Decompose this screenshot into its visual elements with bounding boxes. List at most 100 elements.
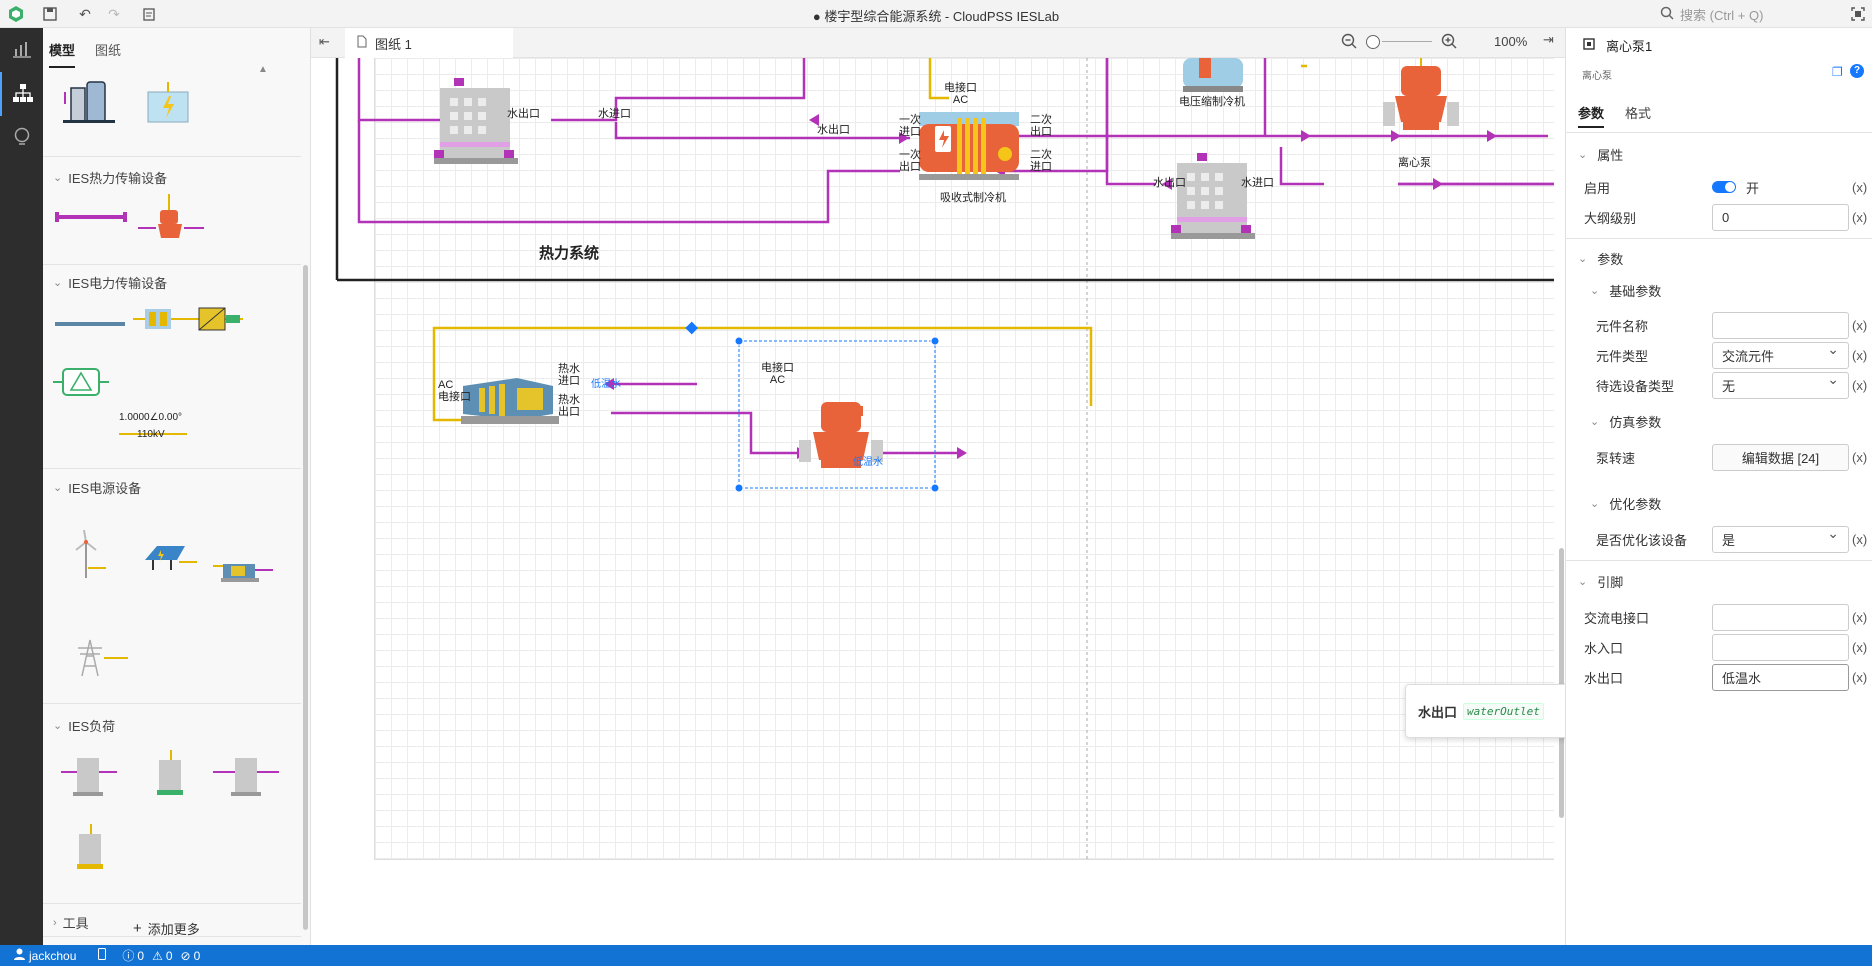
sidebar-scrollbar[interactable]	[303, 265, 308, 930]
expr-toggle[interactable]: (x)	[1852, 450, 1867, 465]
section-power-source[interactable]: ⌄ IES电源设备	[53, 478, 141, 497]
file-icon	[357, 35, 367, 51]
chart-icon	[11, 39, 33, 62]
section-power-transport[interactable]: ⌄ IES电力传输设备	[53, 273, 167, 292]
tab-params[interactable]: 参数	[1578, 103, 1604, 122]
component-wind-turbine[interactable]	[68, 528, 108, 585]
section-opt-params[interactable]: ⌄ 优化参数	[1590, 494, 1661, 513]
water-out-input[interactable]: 低温水	[1712, 663, 1849, 691]
expr-toggle[interactable]: (x)	[1852, 670, 1867, 685]
diagram-canvas[interactable]: 水出口 水出口 水进口 电接口 AC 一次 进口 一次 出口 二次 出口 二次 进…	[311, 58, 1565, 945]
command-search[interactable]: 搜索 (Ctrl + Q)	[1660, 3, 1838, 25]
selected-centrifugal-pump-icon[interactable]	[795, 396, 887, 484]
error-count[interactable]: 0	[194, 949, 201, 963]
tab-drawing[interactable]: 图纸	[95, 40, 121, 59]
expr-toggle[interactable]: (x)	[1852, 180, 1867, 195]
canvas-vertical-scrollbar[interactable]	[1559, 548, 1564, 818]
component-synchronous-generator[interactable]	[53, 366, 109, 401]
hot-water-in-label: 热水 进口	[558, 363, 580, 387]
candidate-select[interactable]: 无	[1712, 371, 1849, 399]
user-name[interactable]: jackchou	[29, 949, 76, 963]
pin-tooltip: 水出口 waterOutlet	[1405, 684, 1571, 738]
water-in-input[interactable]	[1712, 633, 1849, 661]
enabled-toggle[interactable]	[1712, 181, 1736, 193]
expr-toggle[interactable]: (x)	[1852, 318, 1867, 333]
chevron-down-icon: ⌄	[1578, 149, 1588, 161]
collapse-sidebar-icon[interactable]: ⇤	[319, 34, 330, 50]
section-sim-params[interactable]: ⌄ 仿真参数	[1590, 412, 1661, 431]
section-attributes[interactable]: ⌄ 属性	[1578, 145, 1623, 164]
fullscreen-icon[interactable]	[1848, 4, 1868, 24]
expr-toggle[interactable]: (x)	[1852, 378, 1867, 393]
candidate-label: 待选设备类型	[1596, 378, 1675, 394]
expr-toggle[interactable]: (x)	[1852, 640, 1867, 655]
primary-in-label: 一次 进口	[899, 114, 921, 138]
warning-icon: ⚠	[152, 948, 163, 963]
component-transformer[interactable]	[133, 306, 183, 335]
component-storage-tank[interactable]	[61, 74, 117, 129]
hierarchy-icon	[12, 83, 34, 106]
component-bus-line[interactable]	[55, 316, 125, 331]
tab-drawing-1[interactable]: 图纸 1	[345, 28, 513, 58]
component-gas-turbine-small[interactable]	[213, 558, 273, 589]
expr-toggle[interactable]: (x)	[1852, 610, 1867, 625]
component-heat-pipe[interactable]	[53, 208, 129, 229]
scroll-up-arrow-icon[interactable]: ▲	[258, 64, 268, 75]
tab-model[interactable]: 模型	[49, 40, 76, 68]
edit-data-button[interactable]: 编辑数据 [24]	[1712, 443, 1849, 471]
component-pump-small[interactable]	[138, 188, 204, 247]
activity-ideas[interactable]	[0, 116, 43, 160]
absorption-chiller-icon[interactable]	[917, 106, 1025, 190]
device-icon[interactable]	[98, 948, 107, 963]
activity-model-tree[interactable]	[0, 72, 43, 116]
section-tools[interactable]: › 工具	[53, 913, 89, 932]
section-heat-transport[interactable]: ⌄ IES热力传输设备	[53, 168, 167, 187]
zoom-slider[interactable]	[1366, 34, 1436, 49]
expr-toggle[interactable]: (x)	[1852, 348, 1867, 363]
outline-input[interactable]: 0	[1712, 203, 1849, 231]
transformer-ratio-label: 1.0000∠0.00°	[119, 412, 183, 423]
activity-chart[interactable]	[0, 28, 43, 72]
expand-panel-icon[interactable]: ⇥	[1543, 32, 1554, 48]
component-electric-load[interactable]	[151, 750, 191, 803]
warning-count[interactable]: 0	[166, 949, 173, 963]
info-count[interactable]: 0	[137, 949, 144, 963]
water-in-label: 水进口	[1241, 177, 1274, 189]
optimize-select[interactable]: 是	[1712, 525, 1849, 553]
add-more-button[interactable]: + 添加更多	[133, 919, 200, 938]
building-load-icon[interactable]	[1167, 153, 1261, 249]
component-grid-tower[interactable]	[68, 638, 130, 681]
ac-elec-port-label: AC 电接口	[438, 379, 471, 403]
ac-port-input[interactable]	[1712, 603, 1849, 631]
chevron-down-icon: ⌄	[1590, 285, 1600, 297]
component-converter[interactable]	[183, 306, 243, 335]
component-heat-load[interactable]	[61, 750, 117, 803]
component-cooling-load[interactable]	[213, 750, 279, 803]
help-icon[interactable]: ?	[1850, 64, 1864, 78]
zoom-out-icon[interactable]	[1341, 33, 1357, 52]
section-basic-params[interactable]: ⌄ 基础参数	[1590, 281, 1661, 300]
tab-format[interactable]: 格式	[1625, 103, 1651, 122]
chevron-down-icon: ⌄	[1590, 498, 1600, 510]
sidebar-tabs: 模型 图纸	[43, 28, 310, 68]
gas-turbine-icon[interactable]	[457, 374, 567, 430]
centrifugal-pump-icon[interactable]	[1379, 58, 1463, 154]
chevron-down-icon: ⌄	[1578, 576, 1588, 588]
section-params[interactable]: ⌄ 参数	[1578, 249, 1623, 268]
section-pins[interactable]: ⌄ 引脚	[1578, 572, 1623, 591]
copy-icon[interactable]: ❐	[1832, 65, 1843, 79]
type-select[interactable]: 交流元件	[1712, 341, 1849, 369]
status-bar: jackchou ⓘ 0 ⚠ 0 ⊘ 0	[0, 945, 1872, 966]
name-input[interactable]	[1712, 311, 1849, 339]
building-load-icon[interactable]	[434, 78, 528, 174]
expr-toggle[interactable]: (x)	[1852, 532, 1867, 547]
compression-chiller-icon[interactable]	[1173, 58, 1253, 94]
expr-toggle[interactable]: (x)	[1852, 210, 1867, 225]
pump-elec-port-label: 电接口 AC	[761, 362, 794, 386]
component-solar-panel[interactable]	[141, 540, 197, 577]
section-loads[interactable]: ⌄ IES负荷	[53, 716, 115, 735]
component-gas-load[interactable]	[71, 824, 111, 877]
component-electric-boiler[interactable]	[143, 80, 193, 129]
ac-port-label: 交流电接口	[1584, 610, 1650, 626]
zoom-in-icon[interactable]	[1441, 33, 1457, 52]
